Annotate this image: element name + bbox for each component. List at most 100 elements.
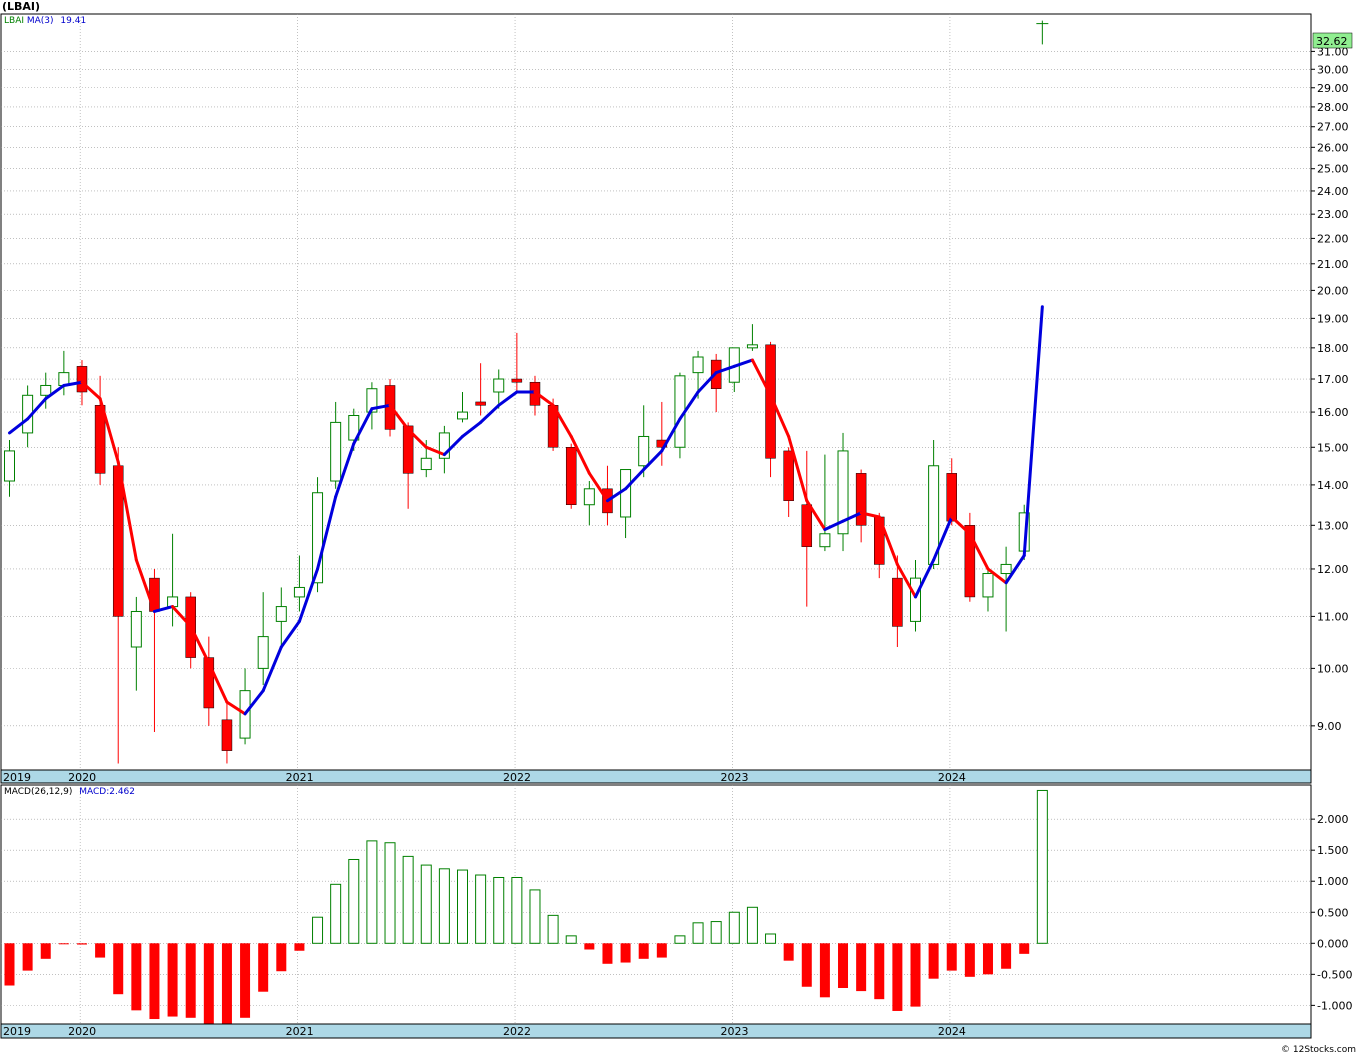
- price-year-label: 2023: [720, 771, 748, 784]
- macd-bar: [1036, 789, 1048, 944]
- price-tick-label: 23.00: [1317, 208, 1349, 221]
- macd-tick-label: -1.000: [1317, 999, 1352, 1012]
- legend-macd-label: MACD(26,12,9): [4, 787, 73, 797]
- legend-ma-value: 19.41: [60, 16, 87, 26]
- macd-year-label: 2021: [286, 1025, 314, 1038]
- macd-bar: [149, 943, 160, 1020]
- macd-year-label: 2019: [3, 1025, 31, 1038]
- candle-body: [982, 573, 994, 598]
- macd-bar: [856, 943, 867, 992]
- price-tick-label: 18.00: [1317, 342, 1349, 355]
- price-tick-label: 20.00: [1317, 284, 1349, 297]
- macd-tick-label: 1.000: [1317, 875, 1349, 888]
- price-tick-label: 26.00: [1317, 141, 1349, 154]
- macd-bar: [710, 921, 722, 944]
- candle-body: [130, 610, 142, 648]
- price-tick-label: 29.00: [1317, 82, 1349, 95]
- macd-bar: [982, 943, 993, 975]
- macd-bar: [656, 943, 667, 958]
- candle-body: [946, 473, 957, 522]
- price-panel-frame: [0, 13, 1312, 771]
- macd-tick-label: 0.500: [1317, 906, 1349, 919]
- macd-bar: [276, 943, 287, 972]
- macd-bar: [4, 943, 15, 986]
- legend-macd-value: MACD:2.462: [79, 787, 136, 797]
- price-tick-label: 30.00: [1317, 63, 1349, 76]
- candle-body: [910, 577, 921, 622]
- price-tick-label: 11.00: [1317, 610, 1349, 623]
- price-tick-label: 9.00: [1317, 720, 1342, 733]
- candle-body: [275, 606, 287, 622]
- macd-bar: [258, 943, 269, 992]
- candle-body: [692, 356, 704, 374]
- price-year-label: 2022: [503, 771, 531, 784]
- macd-bar: [221, 943, 232, 1026]
- stock-chart: 9.00 10.00 11.00 12.00 13.00 14.00 15.00 16.00 1…: [0, 0, 1360, 1056]
- macd-year-label: 2024: [938, 1025, 966, 1038]
- candle-body: [892, 577, 903, 627]
- price-legend: LBAI MA(3) 19.41: [4, 16, 86, 26]
- credit-text: © 12Stocks.com: [1281, 1045, 1356, 1055]
- macd-bar: [584, 943, 595, 950]
- price-tick-label: 27.00: [1317, 121, 1349, 134]
- macd-bar: [511, 876, 523, 944]
- price-tick-label: 14.00: [1317, 479, 1349, 492]
- macd-bar: [402, 855, 414, 944]
- candle-body: [257, 636, 269, 669]
- candle-body: [801, 504, 813, 547]
- price-tick-label: 28.00: [1317, 101, 1349, 114]
- macd-year-label: 2023: [720, 1025, 748, 1038]
- macd-bar: [330, 883, 342, 944]
- macd-bar: [547, 914, 559, 944]
- macd-bar: [22, 943, 33, 971]
- candle-body: [420, 457, 432, 471]
- price-tick-label: 17.00: [1317, 373, 1349, 386]
- legend-ma-label: MA(3): [26, 16, 54, 26]
- price-year-label: 2019: [3, 771, 31, 784]
- price-year-label: 2020: [68, 771, 96, 784]
- candle-body: [620, 469, 632, 518]
- macd-bar: [185, 943, 196, 1018]
- legend-ticker: LBAI: [4, 16, 24, 26]
- candle-body: [293, 586, 305, 598]
- candle-body: [583, 488, 595, 506]
- macd-bar: [384, 842, 396, 944]
- macd-bar: [783, 943, 794, 961]
- macd-year-label: 2020: [68, 1025, 96, 1038]
- macd-bar: [240, 943, 251, 1018]
- macd-bar: [493, 876, 505, 944]
- candle-body: [76, 366, 88, 393]
- last-price-badge-text: 32.62: [1316, 35, 1348, 48]
- macd-bar: [58, 943, 69, 945]
- candle-body: [40, 384, 52, 396]
- macd-bar: [692, 922, 704, 944]
- macd-bar: [838, 943, 849, 988]
- price-tick-label: 19.00: [1317, 312, 1349, 325]
- macd-bar: [348, 858, 360, 944]
- macd-panel-frame: [0, 784, 1312, 1025]
- price-tick-label: 15.00: [1317, 441, 1349, 454]
- macd-bar: [131, 943, 142, 1011]
- macd-bar: [420, 864, 432, 944]
- macd-bar: [910, 943, 921, 1007]
- price-tick-label: 12.00: [1317, 563, 1349, 576]
- macd-bar: [946, 943, 957, 971]
- price-tick-label: 16.00: [1317, 406, 1349, 419]
- price-tick-label: 21.00: [1317, 258, 1349, 271]
- macd-bar: [819, 943, 830, 998]
- macd-bar: [892, 943, 903, 1011]
- candle-body: [221, 719, 233, 751]
- candle-body: [4, 450, 15, 482]
- price-year-label: 2021: [286, 771, 314, 784]
- chart-title: (LBAI): [2, 0, 41, 13]
- candle-body: [638, 435, 650, 467]
- macd-year-label: 2022: [503, 1025, 531, 1038]
- macd-bar: [366, 840, 378, 944]
- macd-bar: [602, 943, 613, 964]
- macd-bar: [113, 943, 124, 995]
- macd-bar: [801, 943, 812, 987]
- price-x-axis-band: [0, 769, 1312, 784]
- macd-bar: [765, 933, 777, 944]
- macd-bar: [964, 943, 975, 977]
- macd-bar: [40, 943, 51, 959]
